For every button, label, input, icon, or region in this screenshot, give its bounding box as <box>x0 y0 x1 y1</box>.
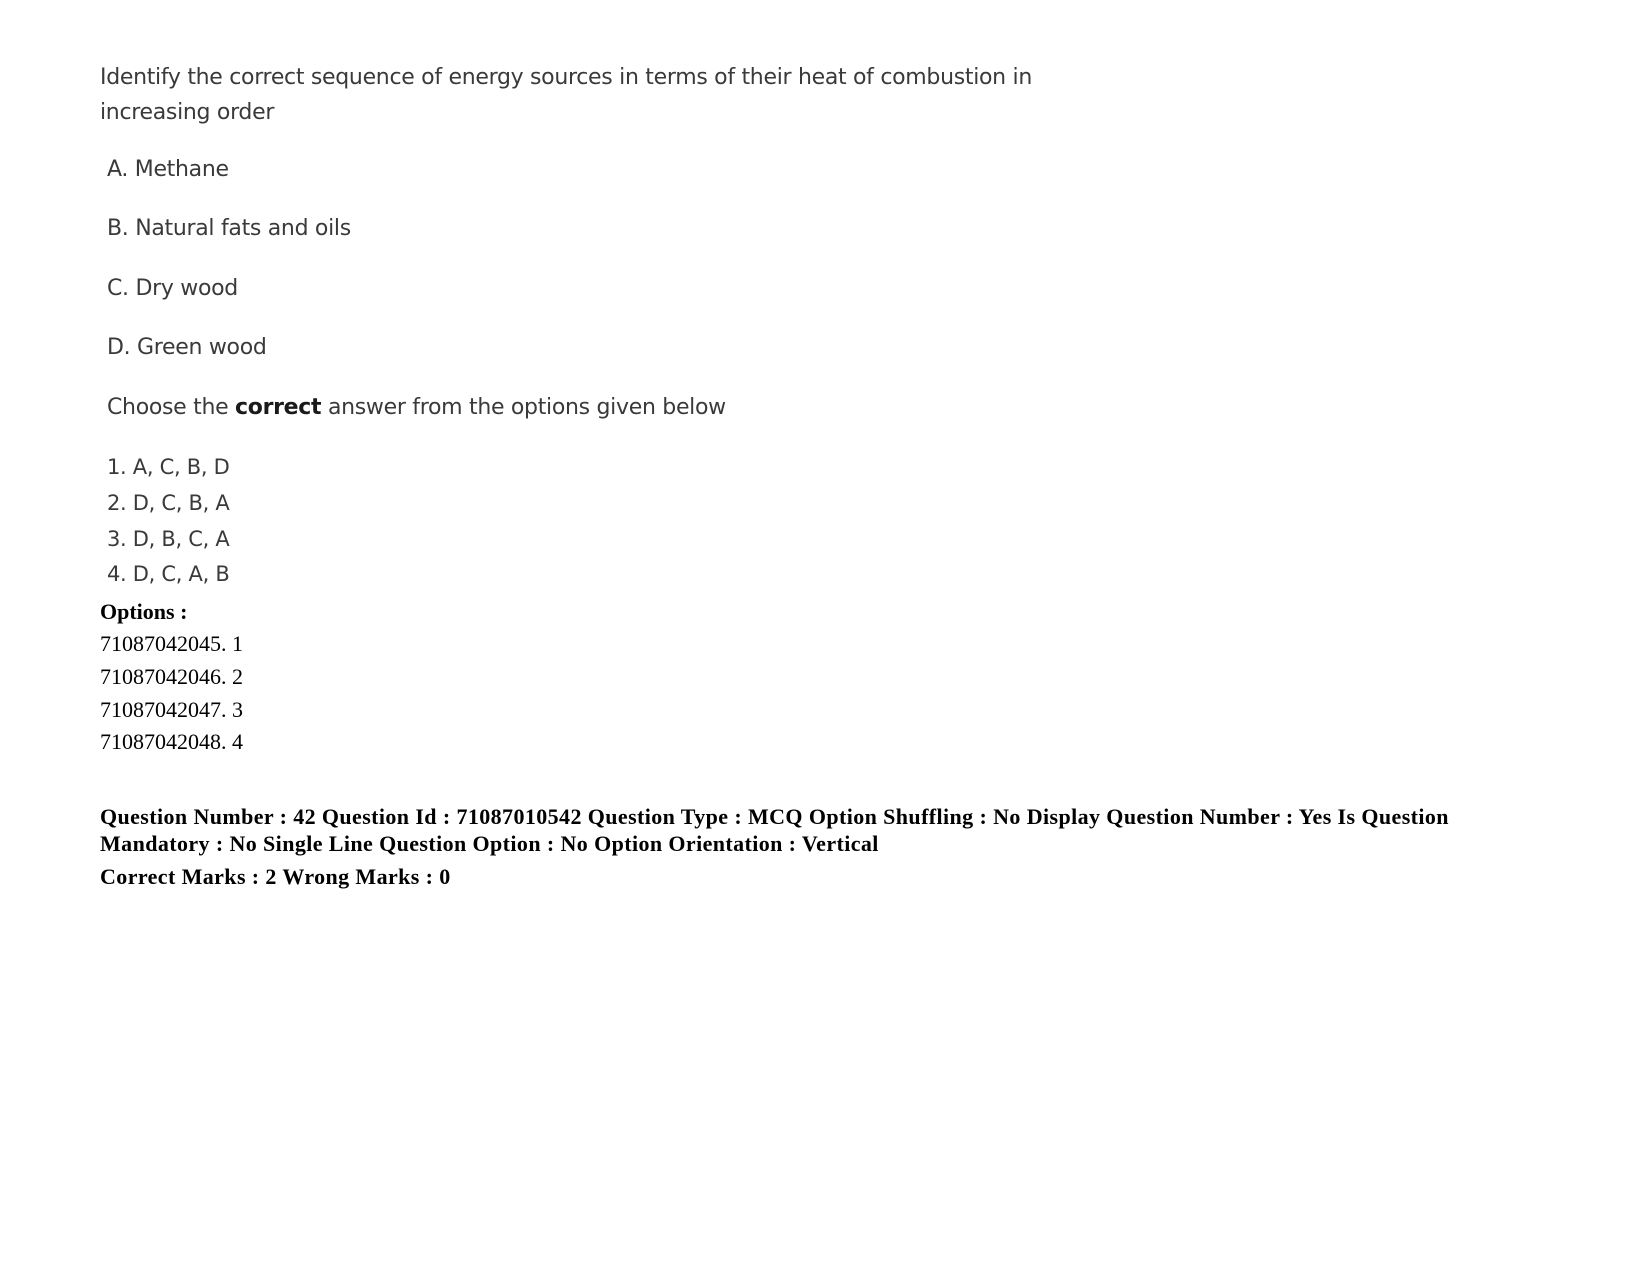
instruction: Choose the correct answer from the optio… <box>107 395 726 420</box>
answer-choice-3: 3. D, B, C, A <box>107 527 230 551</box>
options-heading: Options : <box>100 599 188 624</box>
option-item-4: 71087042048. 4 <box>100 729 243 754</box>
option-item-2: 71087042046. 2 <box>100 664 243 689</box>
option-item-1: 71087042045. 1 <box>100 631 243 656</box>
answer-choice-2: 2. D, C, B, A <box>107 491 230 515</box>
statement-c: C. Dry wood <box>107 276 238 301</box>
instruction-emphasis: correct <box>235 395 322 420</box>
statement-text: Dry wood <box>135 276 238 301</box>
answer-choice-1: 1. A, C, B, D <box>107 455 230 479</box>
question-metadata: Question Number : 42 Question Id : 71087… <box>100 804 1449 856</box>
statement-a: A. Methane <box>107 157 229 182</box>
statement-text: Natural fats and oils <box>135 216 351 241</box>
statement-label: D. <box>107 335 131 360</box>
instruction-suffix: answer from the options given below <box>321 395 726 420</box>
statement-label: A. <box>107 157 129 182</box>
statement-label: B. <box>107 216 129 241</box>
statement-b: B. Natural fats and oils <box>107 216 351 241</box>
statement-text: Green wood <box>137 335 267 360</box>
statement-d: D. Green wood <box>107 335 267 360</box>
statement-text: Methane <box>134 157 229 182</box>
question-stem: Identify the correct sequence of energy … <box>100 65 1032 125</box>
statement-label: C. <box>107 276 129 301</box>
marks-info: Correct Marks : 2 Wrong Marks : 0 <box>100 864 451 889</box>
option-item-3: 71087042047. 3 <box>100 697 243 722</box>
answer-choice-4: 4. D, C, A, B <box>107 562 230 586</box>
instruction-prefix: Choose the <box>107 395 236 420</box>
